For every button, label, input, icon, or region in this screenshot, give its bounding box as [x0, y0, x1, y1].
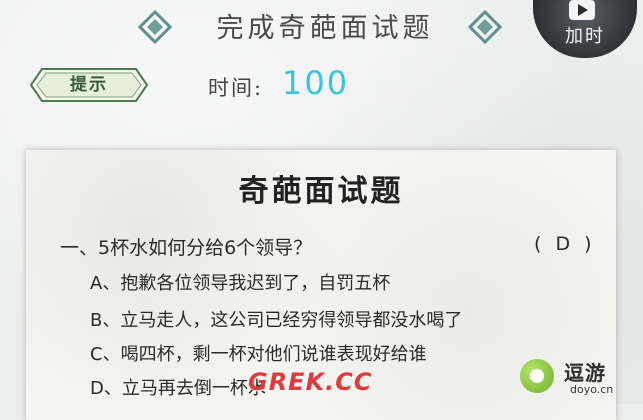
page-title: 完成奇葩面试题	[216, 13, 434, 44]
doyo-watermark: 逗游 doyo.cn	[518, 355, 638, 401]
timer-label: 时间:	[208, 76, 264, 100]
diamond-ornament-icon	[138, 10, 172, 44]
option-b[interactable]: B、立马走人，这公司已经穷得领导都没水喝了	[90, 306, 462, 332]
doyo-watermark-en: doyo.cn	[570, 383, 614, 396]
grek-watermark: GREK.CC	[248, 368, 373, 396]
video-play-icon	[569, 0, 595, 20]
paper-title: 奇葩面试题	[238, 174, 404, 209]
hint-label: 提示	[70, 75, 108, 95]
timer-value: 100	[282, 64, 350, 102]
question-text: 一、5杯水如何分给6个领导？	[60, 237, 313, 259]
diamond-ornament-icon	[468, 10, 502, 44]
option-a[interactable]: A、抱歉各位领导我迟到了，自罚五杯	[90, 269, 390, 295]
title-bar: 完成奇葩面试题 加时	[0, 0, 643, 60]
add-time-label: 加时	[565, 26, 605, 47]
option-d[interactable]: D、立马再去倒一杯水	[90, 374, 266, 400]
option-c[interactable]: C、喝四杯，剩一杯对他们说谁表现好给谁	[90, 340, 427, 366]
answer-slot[interactable]: ( D )	[534, 233, 596, 255]
hint-button[interactable]: 提示	[28, 66, 150, 104]
doyo-watermark-cn: 逗游	[564, 361, 606, 385]
add-time-button[interactable]: 加时	[533, 0, 637, 58]
doyo-logo-icon	[520, 359, 554, 393]
